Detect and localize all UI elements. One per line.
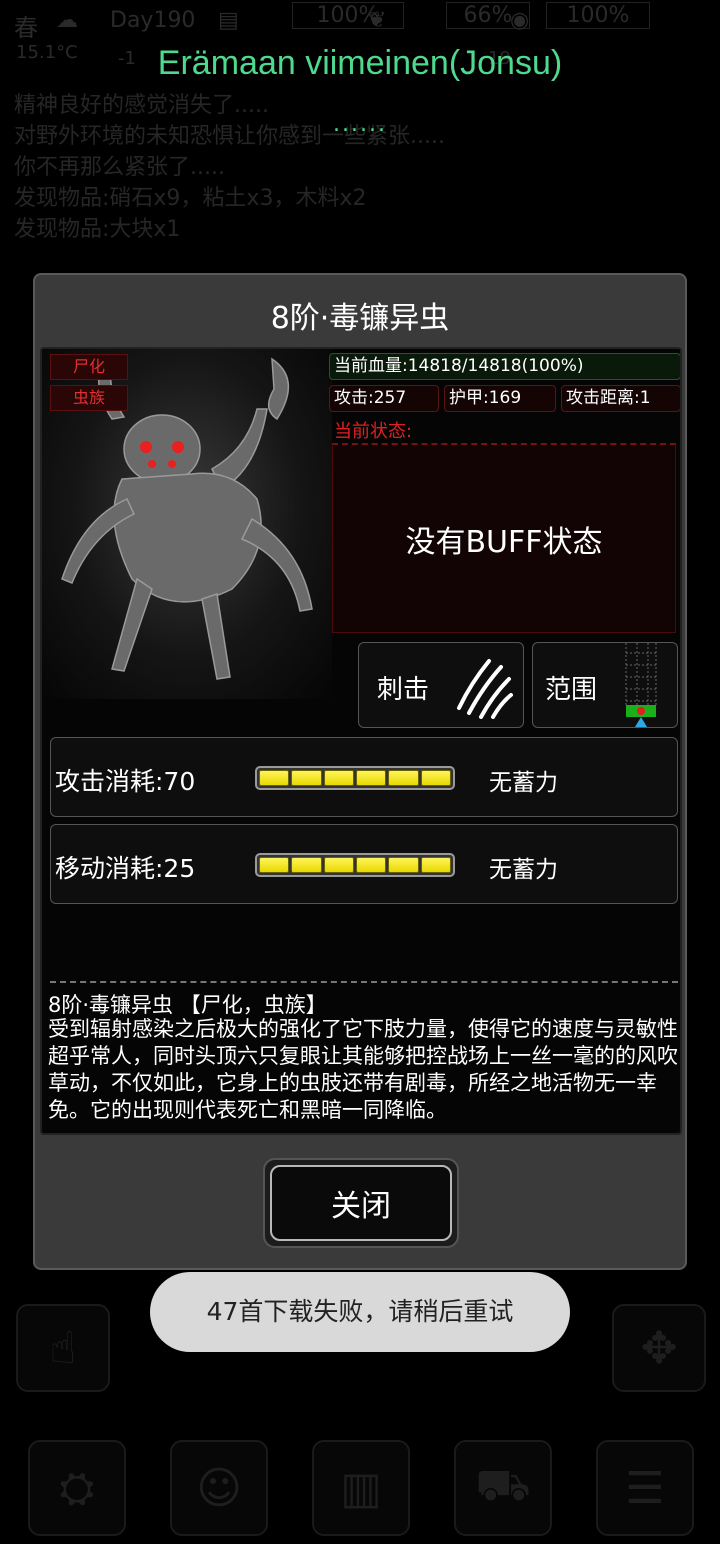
journal-button[interactable]: ▥ — [312, 1440, 410, 1536]
description-title: 8阶·毒镰异虫 【尸化，虫族】 — [48, 993, 327, 1017]
state-label: 当前状态: — [334, 421, 413, 442]
shop-button[interactable]: ⛟ — [454, 1440, 552, 1536]
attack-charge-bar — [255, 766, 455, 790]
armor-stat: 护甲:169 — [444, 385, 556, 412]
music-title: Erämaan viimeinen(Jonsu) — [157, 44, 563, 82]
weather-icon: ☁ — [56, 8, 78, 33]
backpack-icon: ⛭ — [59, 1462, 95, 1514]
move-charge-bar — [255, 853, 455, 877]
tag-insect: 虫族 — [50, 385, 128, 411]
day-label: Day190 — [110, 8, 196, 33]
monster-info-dialog: 8阶·毒镰异虫 尸化 虫族 当前血量:14818/14818(100%) 攻击:… — [33, 273, 687, 1270]
attack-cost-label: 攻击消耗:70 — [55, 767, 196, 796]
close-button-frame: 关闭 — [263, 1158, 459, 1248]
list-icon: ☰ — [625, 1462, 665, 1514]
toast-message: 47首下载失败，请稍后重试 — [150, 1272, 570, 1352]
log-line: 你不再那么紧张了..... — [14, 155, 225, 180]
stat-3: 100% — [546, 2, 650, 29]
cart-icon: ⛟ — [475, 1459, 531, 1511]
state-panel: 没有BUFF状态 — [332, 443, 676, 633]
move-cost-row: 移动消耗:25 无蓄力 — [50, 824, 678, 904]
interact-button[interactable]: ☝ — [16, 1304, 110, 1392]
attack-cost-row: 攻击消耗:70 无蓄力 — [50, 737, 678, 817]
menu-button[interactable]: ☰ — [596, 1440, 694, 1536]
divider — [50, 981, 678, 983]
hand-pointer-icon: ☝ — [49, 1322, 77, 1374]
thrust-skill-button[interactable]: 刺击 — [358, 642, 524, 728]
backpack-button[interactable]: ⛭ — [28, 1440, 126, 1536]
food-icon: ❦ — [368, 8, 387, 33]
log-line: 发现物品:大块x1 — [14, 217, 181, 242]
attack-charge-status: 无蓄力 — [489, 770, 558, 796]
hp-stat: 当前血量:14818/14818(100%) — [329, 353, 680, 380]
dialog-title: 8阶·毒镰异虫 — [270, 301, 450, 336]
monster-portrait: 尸化 虫族 — [42, 349, 332, 699]
range-grid-icon — [625, 643, 657, 727]
skills-button[interactable]: ☺ — [170, 1440, 268, 1536]
attack-stat: 攻击:257 — [329, 385, 439, 412]
thrust-skill-label: 刺击 — [377, 675, 430, 705]
log-line: 发现物品:硝石x9，粘土x3，木料x2 — [14, 186, 367, 211]
no-buff-text: 没有BUFF状态 — [405, 524, 603, 560]
radio-icon: ▤ — [218, 8, 239, 33]
tag-zombified: 尸化 — [50, 354, 128, 380]
head-gear-icon: ☺ — [196, 1462, 242, 1514]
move-cost-label: 移动消耗:25 — [55, 854, 196, 883]
range-skill-label: 范围 — [545, 675, 598, 705]
claw-slash-icon — [457, 659, 513, 719]
water-icon: ◉ — [510, 8, 530, 33]
range-skill-button[interactable]: 范围 — [532, 642, 678, 728]
dpad-icon: ✥ — [640, 1322, 678, 1374]
close-button[interactable]: 关闭 — [270, 1165, 452, 1241]
notebook-icon: ▥ — [340, 1462, 382, 1514]
dialog-content: 尸化 虫族 当前血量:14818/14818(100%) 攻击:257 护甲:1… — [40, 347, 682, 1135]
description-text: 受到辐射感染之后极大的强化了它下肢力量，使得它的速度与灵敏性超乎常人，同时头顶六… — [48, 1017, 678, 1122]
move-charge-status: 无蓄力 — [489, 857, 558, 883]
range-stat: 攻击距离:1 — [561, 385, 680, 412]
music-dots: ...... — [333, 112, 387, 137]
stat-1: 100% — [292, 2, 404, 29]
season-label: 春 — [14, 14, 38, 42]
move-dpad-button[interactable]: ✥ — [612, 1304, 706, 1392]
